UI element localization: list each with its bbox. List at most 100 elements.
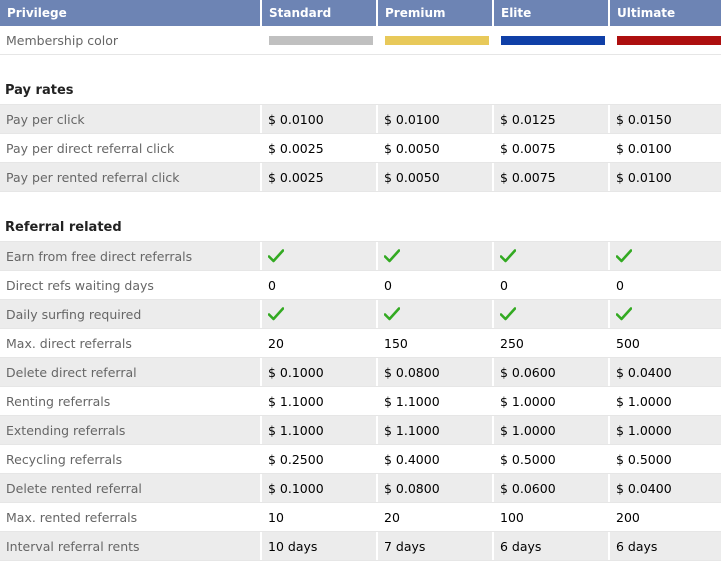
table-row: Daily surfing required — [0, 300, 721, 329]
header-tier-premium: Premium — [378, 0, 492, 26]
table-cell: $ 1.0000 — [610, 387, 721, 415]
row-label: Interval referral rents — [0, 532, 260, 560]
table-cell: 6 days — [610, 532, 721, 560]
header-tier-elite: Elite — [494, 0, 608, 26]
table-cell: $ 0.0075 — [494, 134, 608, 162]
row-label: Max. direct referrals — [0, 329, 260, 357]
row-label: Earn from free direct referrals — [0, 242, 260, 270]
header-privilege: Privilege — [0, 0, 260, 26]
table-cell: $ 0.0050 — [378, 134, 492, 162]
table-cell: $ 0.4000 — [378, 445, 492, 473]
table-cell: 0 — [610, 271, 721, 299]
table-cell: $ 1.1000 — [378, 416, 492, 444]
table-cell: $ 1.1000 — [262, 387, 376, 415]
row-label: Pay per click — [0, 105, 260, 133]
membership-comparison-table: Privilege Standard Premium Elite Ultimat… — [0, 0, 721, 561]
table-row: Delete direct referral $ 0.1000 $ 0.0800 $ … — [0, 358, 721, 387]
table-cell: $ 0.0100 — [378, 105, 492, 133]
section-title-referral-related: Referral related — [0, 213, 721, 242]
table-cell: $ 0.5000 — [494, 445, 608, 473]
table-row: Pay per click $ 0.0100 $ 0.0100 $ 0.0125 $ 0… — [0, 105, 721, 134]
table-cell: $ 0.0100 — [610, 163, 721, 191]
color-swatch-premium — [385, 35, 489, 45]
check-icon — [378, 300, 492, 328]
table-cell: 100 — [494, 503, 608, 531]
table-cell: 150 — [378, 329, 492, 357]
table-cell: 10 — [262, 503, 376, 531]
table-row: Extending referrals $ 1.1000 $ 1.1000 $ 1.0… — [0, 416, 721, 445]
table-cell: 250 — [494, 329, 608, 357]
referral-related-rows: Earn from free direct referrals Direct re… — [0, 242, 721, 561]
header-tier-ultimate: Ultimate — [610, 0, 721, 26]
check-icon — [610, 242, 721, 270]
table-cell: 0 — [494, 271, 608, 299]
table-cell: $ 0.0600 — [494, 358, 608, 386]
table-cell: $ 0.1000 — [262, 474, 376, 502]
table-cell: $ 0.5000 — [610, 445, 721, 473]
row-label: Membership color — [0, 26, 260, 54]
table-cell: $ 0.0100 — [610, 134, 721, 162]
table-cell: $ 0.0600 — [494, 474, 608, 502]
row-label: Daily surfing required — [0, 300, 260, 328]
table-cell: 10 days — [262, 532, 376, 560]
table-row: Max. rented referrals 10 20 100 200 — [0, 503, 721, 532]
table-cell: 200 — [610, 503, 721, 531]
table-cell: $ 0.0125 — [494, 105, 608, 133]
table-cell: $ 0.1000 — [262, 358, 376, 386]
table-cell: $ 0.0025 — [262, 134, 376, 162]
row-label: Extending referrals — [0, 416, 260, 444]
table-cell: $ 0.0150 — [610, 105, 721, 133]
table-cell: 6 days — [494, 532, 608, 560]
color-swatch-elite — [501, 35, 605, 45]
table-cell: 0 — [262, 271, 376, 299]
table-cell: $ 0.0025 — [262, 163, 376, 191]
table-cell: 20 — [378, 503, 492, 531]
table-row: Pay per rented referral click $ 0.0025 $ 0… — [0, 163, 721, 192]
table-cell: $ 0.0050 — [378, 163, 492, 191]
table-cell: $ 0.2500 — [262, 445, 376, 473]
row-label: Pay per rented referral click — [0, 163, 260, 191]
table-cell: $ 1.0000 — [494, 416, 608, 444]
table-cell: $ 0.0400 — [610, 474, 721, 502]
table-row: Earn from free direct referrals — [0, 242, 721, 271]
check-icon — [262, 300, 376, 328]
check-icon — [378, 242, 492, 270]
check-icon — [262, 242, 376, 270]
table-cell: $ 1.1000 — [378, 387, 492, 415]
table-cell: 20 — [262, 329, 376, 357]
table-row: Renting referrals $ 1.1000 $ 1.1000 $ 1.000… — [0, 387, 721, 416]
table-row: Interval referral rents 10 days 7 days 6 da… — [0, 532, 721, 561]
table-row: Direct refs waiting days 0 0 0 0 — [0, 271, 721, 300]
table-cell: 7 days — [378, 532, 492, 560]
row-label: Direct refs waiting days — [0, 271, 260, 299]
table-cell: 500 — [610, 329, 721, 357]
row-label: Recycling referrals — [0, 445, 260, 473]
check-icon — [494, 300, 608, 328]
table-cell: $ 0.0400 — [610, 358, 721, 386]
row-label: Max. rented referrals — [0, 503, 260, 531]
table-header-row: Privilege Standard Premium Elite Ultimat… — [0, 0, 721, 26]
row-label: Renting referrals — [0, 387, 260, 415]
check-icon — [610, 300, 721, 328]
section-title-pay-rates: Pay rates — [0, 76, 721, 105]
table-row: Delete rented referral $ 0.1000 $ 0.0800 $ … — [0, 474, 721, 503]
header-tier-standard: Standard — [262, 0, 376, 26]
membership-color-row: Membership color — [0, 26, 721, 55]
table-cell: $ 1.0000 — [610, 416, 721, 444]
row-label: Delete rented referral — [0, 474, 260, 502]
table-cell: $ 0.0800 — [378, 474, 492, 502]
table-cell: 0 — [378, 271, 492, 299]
row-label: Delete direct referral — [0, 358, 260, 386]
table-row: Max. direct referrals 20 150 250 500 — [0, 329, 721, 358]
table-cell: $ 0.0800 — [378, 358, 492, 386]
table-row: Pay per direct referral click $ 0.0025 $ 0… — [0, 134, 721, 163]
table-cell: $ 1.1000 — [262, 416, 376, 444]
color-swatch-standard — [269, 35, 373, 45]
row-label: Pay per direct referral click — [0, 134, 260, 162]
table-cell: $ 1.0000 — [494, 387, 608, 415]
pay-rates-rows: Pay per click $ 0.0100 $ 0.0100 $ 0.0125 $ 0… — [0, 105, 721, 192]
color-swatch-ultimate — [617, 35, 721, 45]
check-icon — [494, 242, 608, 270]
table-cell: $ 0.0100 — [262, 105, 376, 133]
table-cell: $ 0.0075 — [494, 163, 608, 191]
